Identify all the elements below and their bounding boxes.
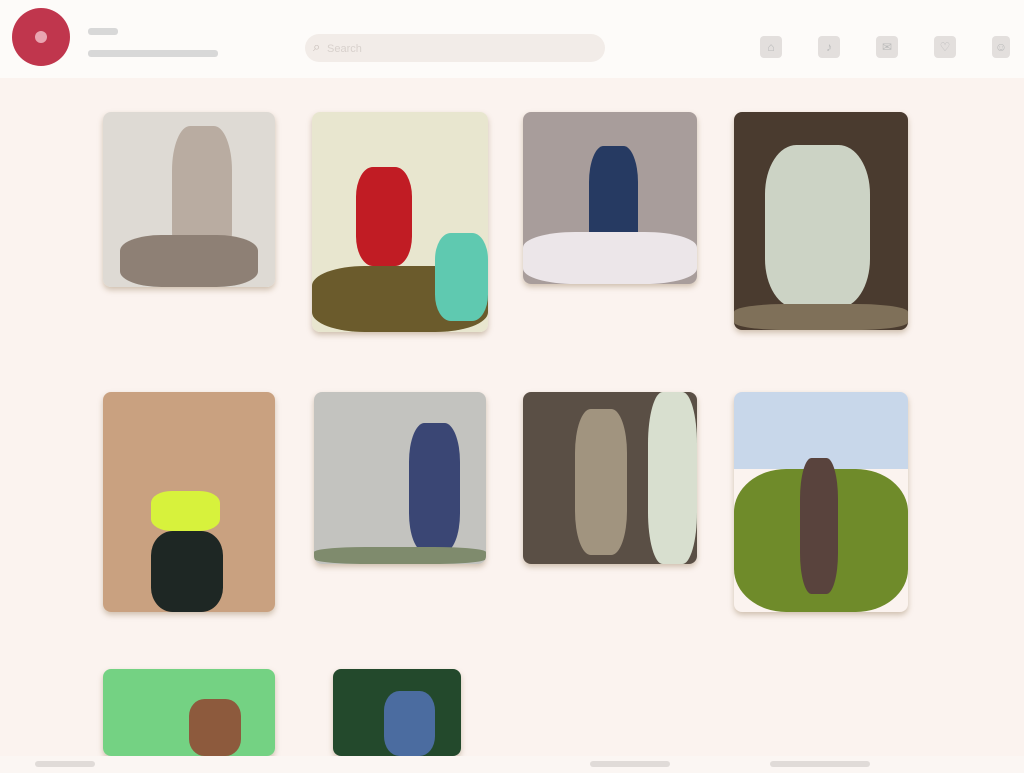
photo-region [314, 546, 486, 564]
search-placeholder: Search [327, 43, 362, 55]
brand-logo[interactable] [12, 8, 70, 66]
footer-link[interactable] [35, 761, 95, 767]
photo-region [800, 458, 839, 595]
home-icon[interactable]: ⌂ [760, 36, 782, 58]
photo-region [356, 167, 413, 266]
photo-card[interactable] [523, 392, 697, 564]
photo-region [734, 303, 908, 330]
photo-region [151, 491, 220, 531]
brand-name-line [88, 28, 118, 35]
photo-card[interactable] [103, 392, 275, 612]
photo-region [314, 392, 486, 564]
brand-tagline-line [88, 50, 218, 57]
footer-bar [0, 756, 1024, 773]
heart-icon[interactable]: ♡ [934, 36, 956, 58]
photo-region [523, 232, 697, 284]
footer-link[interactable] [770, 761, 870, 767]
bell-icon[interactable]: ♪ [818, 36, 840, 58]
photo-card[interactable] [734, 112, 908, 330]
photo-card[interactable] [314, 392, 486, 564]
photo-region [408, 422, 461, 552]
photo-region [151, 530, 224, 612]
photo-region [435, 233, 488, 321]
photo-card[interactable] [103, 669, 275, 756]
photo-card[interactable] [333, 669, 461, 756]
logo-mark-icon [35, 31, 47, 43]
top-navigation-bar: ⌕ Search ⌂ ♪ ✉ ♡ ☺ [0, 0, 1024, 78]
photo-region [575, 409, 628, 556]
photo-card[interactable] [103, 112, 275, 287]
photo-region [120, 234, 258, 287]
photo-card[interactable] [734, 392, 908, 612]
photo-region [765, 144, 870, 309]
user-icon[interactable]: ☺ [992, 36, 1010, 58]
photo-region [384, 690, 436, 756]
chat-icon[interactable]: ✉ [876, 36, 898, 58]
footer-link[interactable] [590, 761, 670, 767]
search-input[interactable]: ⌕ Search [305, 34, 605, 62]
photo-card[interactable] [523, 112, 697, 284]
photo-region [648, 392, 697, 564]
photo-card[interactable] [312, 112, 488, 332]
search-icon: ⌕ [313, 39, 321, 54]
photo-region [189, 699, 241, 756]
